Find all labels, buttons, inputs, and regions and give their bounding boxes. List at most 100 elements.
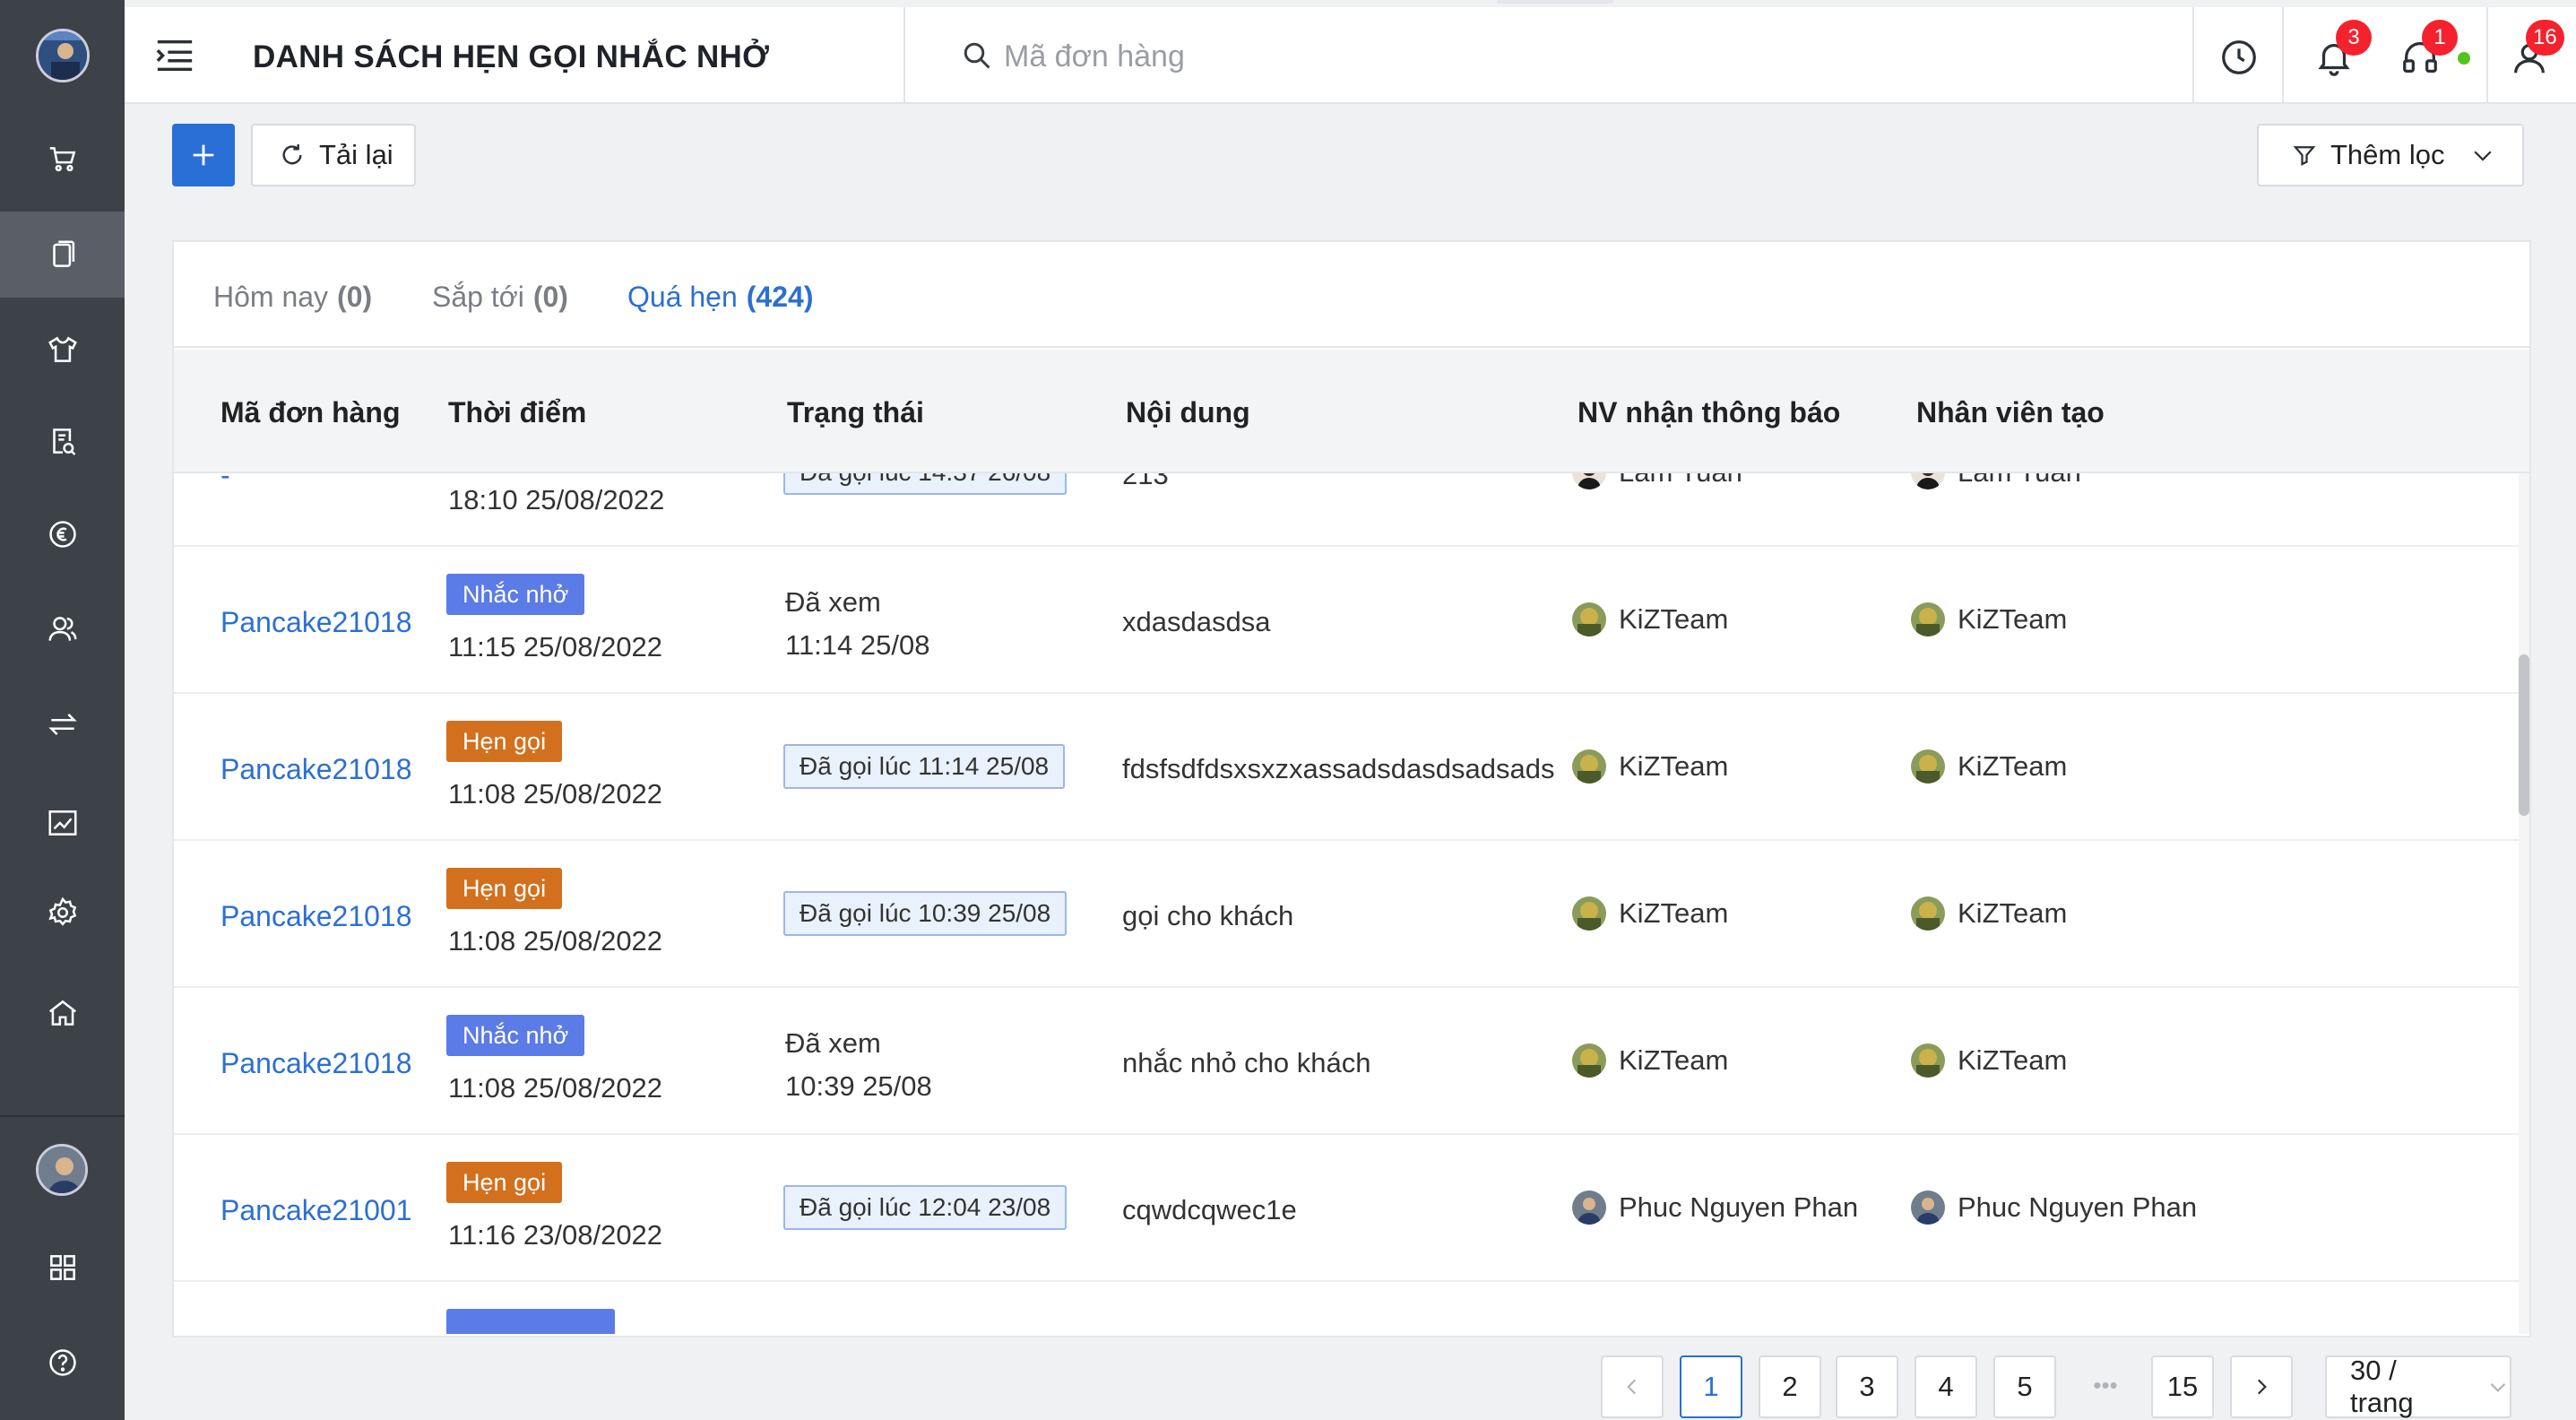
settings-icon <box>48 896 76 926</box>
page-size-select[interactable]: 30 / trang <box>2325 1355 2511 1418</box>
staff-avatar <box>1911 896 1945 931</box>
add-button[interactable] <box>172 124 235 186</box>
page-3-button[interactable]: 3 <box>1836 1355 1898 1418</box>
tab-today-count: (0) <box>337 280 373 313</box>
next-page-button[interactable] <box>2230 1355 2293 1418</box>
staff-avatar <box>1572 602 1606 636</box>
sidebar-item-customers[interactable] <box>0 586 125 672</box>
tab-upcoming[interactable]: Sắp tới (0) <box>432 274 568 319</box>
seen-status: Đã xem <box>785 586 881 618</box>
reminder-time: 18:10 25/08/2022 <box>448 484 665 515</box>
reload-button[interactable]: Tải lại <box>251 124 416 186</box>
reminder-content: xdasdasdsa <box>1122 606 1271 637</box>
history-button[interactable] <box>2212 30 2266 84</box>
column-header-order[interactable]: Mã đơn hàng <box>220 391 401 434</box>
table-row[interactable]: Pancake21018 Nhắc nhở 11:08 25/08/2022 Đã x… <box>174 988 2522 1135</box>
table-row[interactable]: Pancake21018 Hẹn gọi 11:08 25/08/2022 Đã gọ… <box>174 694 2522 841</box>
sidebar-item-settings[interactable] <box>0 870 125 956</box>
column-header-content[interactable]: Nội dung <box>1126 391 1250 434</box>
tab-overdue-label: Quá hẹn <box>627 280 738 313</box>
calls-badge: 1 <box>2422 20 2458 56</box>
sidebar-item-products[interactable] <box>0 307 125 393</box>
receiver-staff: KiZTeam <box>1572 602 1728 636</box>
receiver-staff: KiZTeam <box>1572 1043 1728 1078</box>
table-row[interactable]: - 18:10 25/08/2022 Đã gọi lúc 14:37 26/08 2… <box>174 473 2522 547</box>
column-header-status[interactable]: Trạng thái <box>787 391 924 434</box>
sidebar-item-reports[interactable] <box>0 398 125 484</box>
sidebar-item-help[interactable] <box>0 1320 125 1406</box>
plus-icon <box>193 144 214 166</box>
creator-name: KiZTeam <box>1958 750 2068 782</box>
page-1-button[interactable]: 1 <box>1680 1355 1742 1418</box>
search-input[interactable] <box>1002 34 1719 79</box>
order-code-link[interactable]: Pancake21018 <box>220 900 412 933</box>
pagination-ellipsis[interactable]: ••• <box>2074 1372 2137 1404</box>
notifications-badge: 3 <box>2336 20 2372 56</box>
shop-logo[interactable] <box>36 29 90 82</box>
order-code-link[interactable]: Pancake21018 <box>220 753 412 786</box>
scrollbar-thumb[interactable] <box>2519 654 2529 816</box>
receiver-name: KiZTeam <box>1619 1044 1729 1076</box>
reminder-content: 213 <box>1122 473 1169 490</box>
creator-staff: KiZTeam <box>1911 896 2067 931</box>
header-divider <box>2282 7 2284 104</box>
page-15-button[interactable]: 15 <box>2151 1355 2214 1418</box>
creator-name: KiZTeam <box>1958 1044 2068 1076</box>
table-row[interactable]: Pancake21018 Hẹn gọi 11:08 25/08/2022 Đã gọ… <box>174 841 2522 988</box>
sidebar-item-apps[interactable] <box>0 1225 125 1311</box>
staff-avatar <box>1911 602 1945 636</box>
table-row[interactable]: Pancake21018 Nhắc nhở 11:15 25/08/2022 Đã x… <box>174 547 2522 694</box>
call-status-box: Đã gọi lúc 14:37 26/08 <box>783 473 1068 495</box>
sidebar-item-analytics[interactable] <box>0 780 125 866</box>
search-icon <box>961 39 993 72</box>
sidebar-item-home[interactable] <box>0 970 125 1056</box>
reminder-content: gọi cho khách <box>1122 900 1294 931</box>
page-4-button[interactable]: 4 <box>1915 1355 1977 1418</box>
reminder-type-tag: Hẹn gọi <box>446 721 563 762</box>
order-code-link[interactable]: Pancake21018 <box>220 1047 412 1080</box>
column-header-time[interactable]: Thời điểm <box>448 391 586 434</box>
page-5-button[interactable]: 5 <box>1993 1355 2056 1418</box>
creator-staff: KiZTeam <box>1911 1043 2067 1078</box>
receiver-staff: KiZTeam <box>1572 896 1728 931</box>
receiver-name: KiZTeam <box>1619 603 1729 635</box>
scrollbar-track[interactable] <box>2519 473 2529 1334</box>
apps-icon <box>49 1255 75 1280</box>
prev-page-button[interactable] <box>1601 1355 1664 1418</box>
staff-avatar <box>1911 473 1945 489</box>
order-code-link[interactable]: - <box>220 473 230 492</box>
column-header-creator[interactable]: Nhân viên tạo <box>1916 391 2105 434</box>
creator-staff: KiZTeam <box>1911 749 2067 784</box>
creator-name: KiZTeam <box>1958 603 2068 635</box>
order-code-link[interactable]: Pancake21018 <box>220 606 412 639</box>
sidebar-item-orders[interactable] <box>0 212 125 298</box>
users-badge: 16 <box>2526 20 2564 56</box>
add-filter-button[interactable]: Thêm lọc <box>2257 124 2524 186</box>
sidebar-item-finance[interactable] <box>0 491 125 577</box>
report-icon <box>52 429 75 455</box>
user-avatar[interactable] <box>36 1144 88 1196</box>
sidebar-item-cart[interactable] <box>0 117 125 203</box>
receiver-name: KiZTeam <box>1619 750 1729 782</box>
reminder-type-tag: Nhắc nhở <box>446 1015 585 1056</box>
staff-avatar <box>1911 1191 1945 1225</box>
creator-name: Lâm Tuấn <box>1958 473 2081 489</box>
receiver-staff: KiZTeam <box>1572 749 1728 784</box>
column-header-receiver[interactable]: NV nhận thông báo <box>1578 391 1840 434</box>
creator-name: Phuc Nguyen Phan <box>1958 1191 2198 1223</box>
page-2-button[interactable]: 2 <box>1759 1355 1821 1418</box>
tab-overdue[interactable]: Quá hẹn (424) <box>627 274 813 319</box>
order-code-link[interactable]: Pancake21001 <box>220 1194 412 1227</box>
page-title: DANH SÁCH HẸN GỌI NHẮC NHỞ <box>253 39 770 74</box>
chevron-left-icon <box>1627 1379 1637 1395</box>
staff-avatar <box>1572 896 1606 931</box>
call-status-box: Đã gọi lúc 10:39 25/08 <box>783 891 1068 936</box>
receiver-name: Lâm Tuấn <box>1619 473 1742 489</box>
tab-today[interactable]: Hôm nay (0) <box>213 274 372 319</box>
receiver-name: KiZTeam <box>1619 897 1729 929</box>
table-row[interactable] <box>174 1282 2522 1334</box>
menu-toggle-button[interactable] <box>154 38 195 74</box>
sidebar-item-transfer[interactable] <box>0 681 125 767</box>
table-row[interactable]: Pancake21001 Hẹn gọi 11:16 23/08/2022 Đã gọ… <box>174 1135 2522 1282</box>
reminder-type-tag: Nhắc nhở <box>446 574 585 615</box>
